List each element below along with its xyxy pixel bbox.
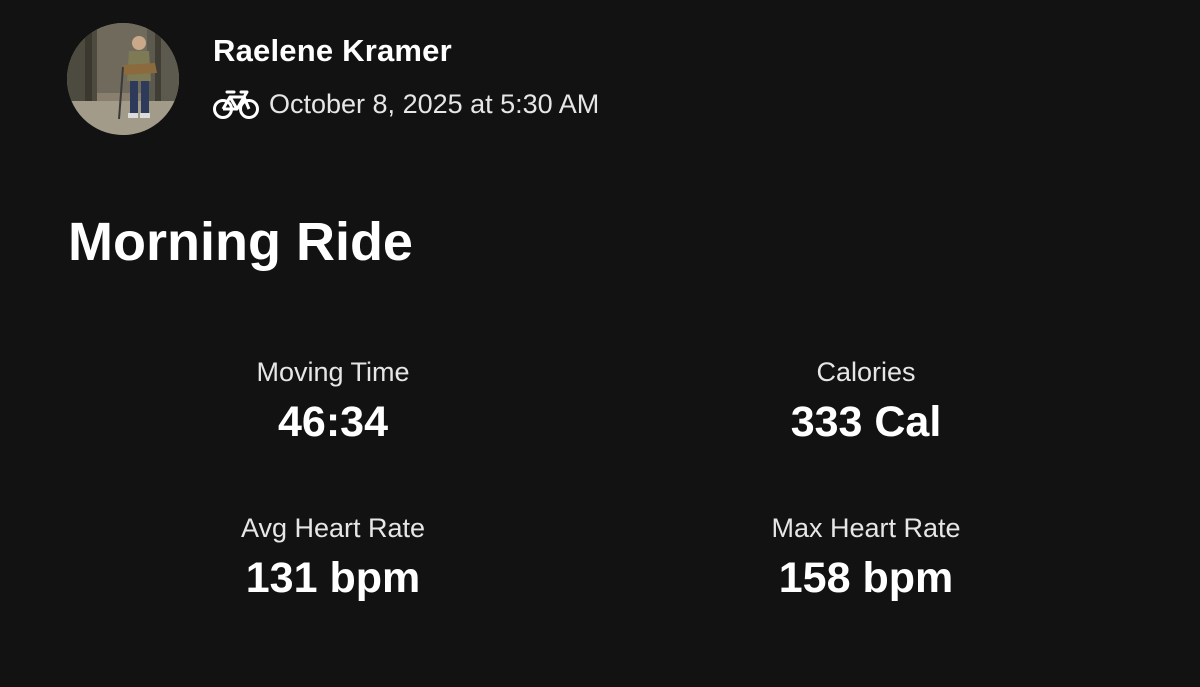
stat-label: Max Heart Rate <box>771 513 961 543</box>
stat-label: Calories <box>816 357 916 387</box>
avatar-photo-icon <box>67 23 179 135</box>
stat-max-heart-rate: Max Heart Rate 158 bpm <box>656 508 1076 606</box>
athlete-info: Raelene Kramer October 8, 2025 at 5:30 A… <box>213 23 599 120</box>
stat-label: Moving Time <box>256 357 410 387</box>
stat-avg-heart-rate: Avg Heart Rate 131 bpm <box>123 508 543 606</box>
activity-title[interactable]: Morning Ride <box>68 210 413 274</box>
stat-value: 333 Cal <box>790 398 942 446</box>
stat-calories: Calories 333 Cal <box>656 352 1076 450</box>
avatar[interactable] <box>67 23 179 135</box>
activity-meta: October 8, 2025 at 5:30 AM <box>213 88 599 120</box>
stat-value: 46:34 <box>278 398 388 446</box>
stat-value: 131 bpm <box>245 554 421 602</box>
athlete-name[interactable]: Raelene Kramer <box>213 33 599 69</box>
stat-moving-time: Moving Time 46:34 <box>123 352 543 450</box>
stat-label: Avg Heart Rate <box>240 513 426 543</box>
activity-date: October 8, 2025 at 5:30 AM <box>269 89 600 119</box>
activity-header: Raelene Kramer October 8, 2025 at 5:30 A… <box>67 23 599 135</box>
bicycle-icon <box>213 88 259 120</box>
stat-value: 158 bpm <box>778 554 954 602</box>
